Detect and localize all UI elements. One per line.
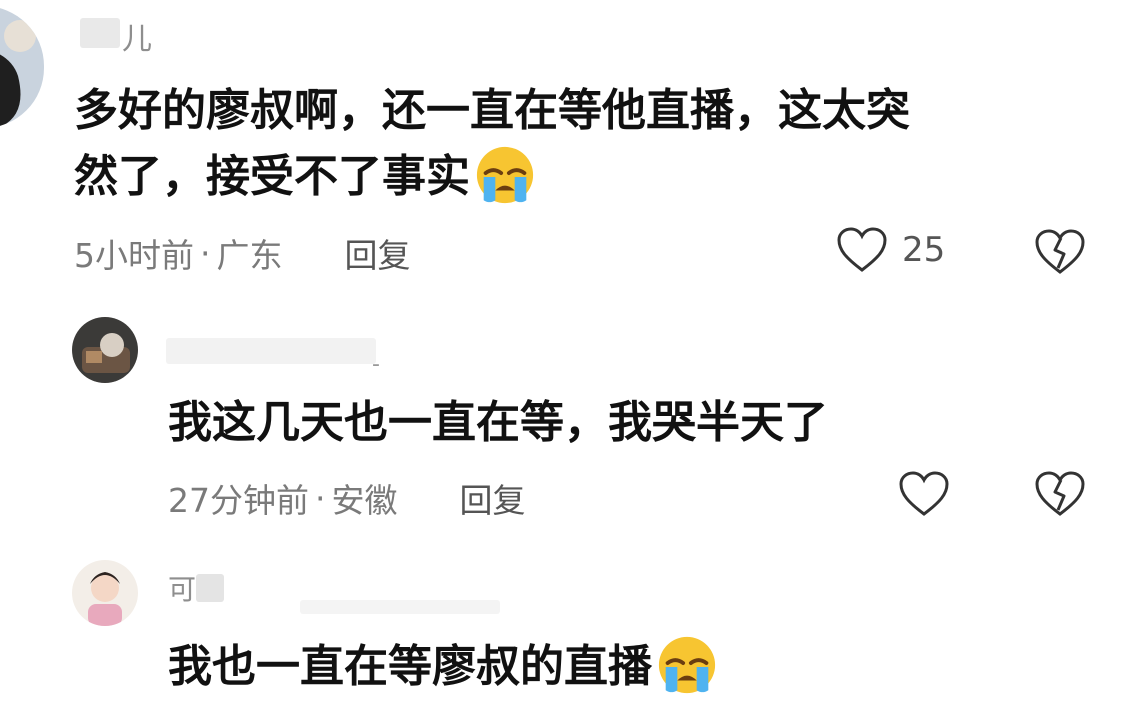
heart-outline-icon (837, 227, 887, 272)
comment-text: 多好的廖叔啊，还一直在等他直播，这太突 然了，接受不了事实 (74, 78, 910, 210)
reply-button[interactable]: 回复 (460, 474, 526, 522)
avatar[interactable] (72, 317, 138, 383)
timestamp: 5小时前 (74, 236, 194, 275)
avatar[interactable] (0, 6, 44, 128)
reply-button[interactable]: 回复 (345, 229, 411, 277)
meta-separator: · (200, 233, 211, 273)
broken-heart-icon (1035, 471, 1085, 516)
meta-separator: · (315, 478, 326, 518)
heart-outline-icon (899, 471, 949, 516)
like-button[interactable] (898, 470, 950, 518)
crying-face-icon (476, 146, 534, 204)
avatar[interactable] (72, 560, 138, 626)
username-redaction (300, 600, 500, 614)
dislike-button[interactable] (1034, 470, 1086, 522)
location: 广东 (216, 236, 283, 275)
comment-text: 我也一直在等廖叔的直播 (168, 634, 718, 700)
crying-face-icon (658, 636, 716, 694)
broken-heart-icon (1035, 229, 1085, 274)
comment-text: 我这几天也一直在等，我哭半天了 (168, 397, 828, 448)
like-button[interactable]: 25 (836, 226, 945, 274)
comment-text-line: 多好的廖叔啊，还一直在等他直播，这太突 (74, 85, 910, 136)
username[interactable]: 可 (168, 568, 196, 608)
comment-meta: 27分钟前 · 安徽 回复 (168, 474, 526, 522)
comment-text-line: 然了，接受不了事实 (74, 144, 910, 210)
username-redaction (80, 18, 120, 48)
location: 安徽 (331, 481, 398, 520)
username-redaction (166, 338, 376, 364)
timestamp: 27分钟前 (168, 481, 309, 520)
like-count: 25 (902, 230, 946, 270)
comment-meta: 5小时前 · 广东 回复 (74, 229, 411, 277)
username[interactable]: 儿 (122, 14, 152, 58)
username[interactable]: - (372, 352, 380, 377)
username-redaction (196, 574, 224, 602)
dislike-button[interactable] (1034, 228, 1086, 280)
